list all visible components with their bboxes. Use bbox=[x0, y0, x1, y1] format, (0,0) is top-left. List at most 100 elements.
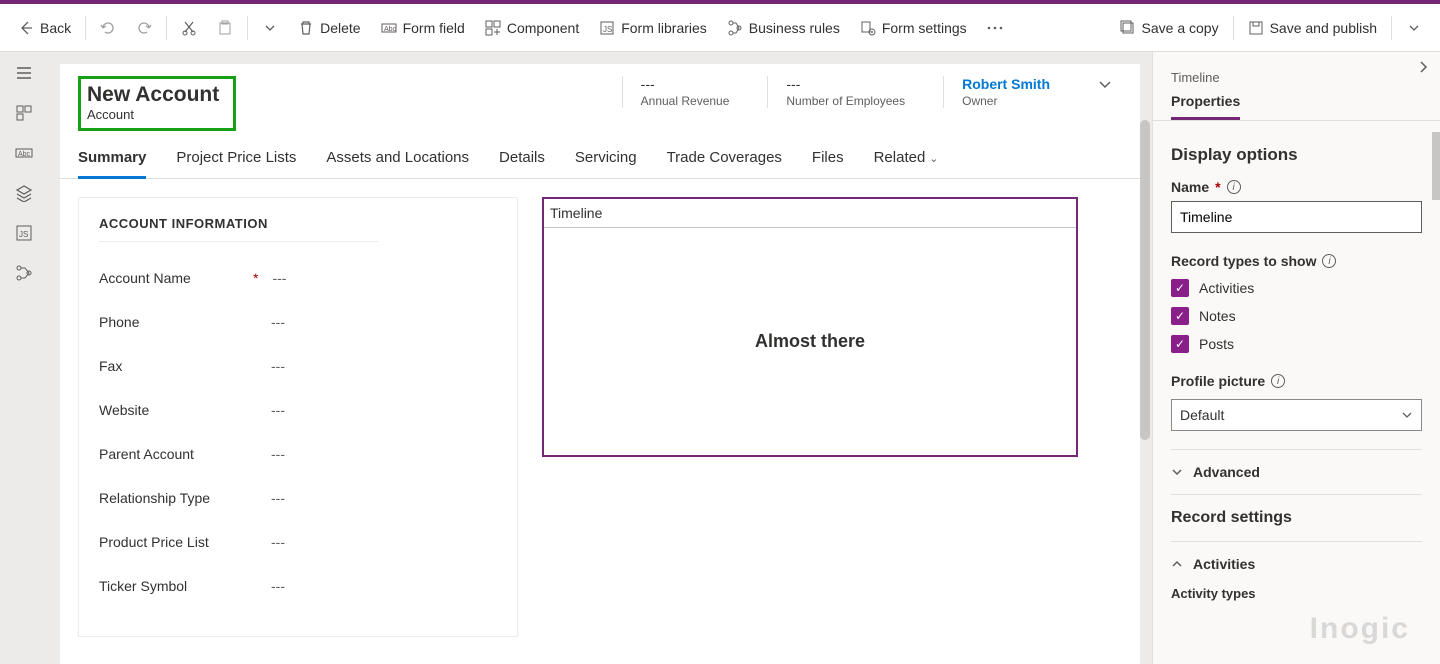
field-label: Ticker Symbol bbox=[99, 578, 249, 594]
tab-details[interactable]: Details bbox=[499, 139, 545, 178]
redo-button[interactable] bbox=[126, 4, 162, 51]
timeline-section[interactable]: Timeline Almost there bbox=[542, 197, 1078, 457]
timeline-title: Timeline bbox=[544, 199, 1076, 228]
business-rules-button[interactable]: Business rules bbox=[717, 4, 850, 51]
checkbox-activities[interactable]: ✓Activities bbox=[1171, 279, 1422, 297]
advanced-section[interactable]: Advanced bbox=[1171, 449, 1422, 494]
watermark: Inogic bbox=[1310, 612, 1410, 646]
field-row[interactable]: Fax--- bbox=[99, 358, 497, 374]
save-publish-button[interactable]: Save and publish bbox=[1238, 4, 1387, 51]
overflow-button[interactable] bbox=[977, 4, 1013, 51]
component-icon bbox=[485, 20, 501, 36]
form-libraries-button[interactable]: JS Form libraries bbox=[589, 4, 717, 51]
field-row[interactable]: Account Name*--- bbox=[99, 270, 497, 286]
layers-icon[interactable] bbox=[15, 184, 33, 202]
back-button[interactable]: Back bbox=[8, 4, 81, 51]
field-value: --- bbox=[271, 490, 285, 506]
activity-types-label: Activity types bbox=[1171, 586, 1422, 611]
field-row[interactable]: Website--- bbox=[99, 402, 497, 418]
form-settings-button[interactable]: Form settings bbox=[850, 4, 977, 51]
chevron-up-icon bbox=[1171, 558, 1183, 570]
tab-files[interactable]: Files bbox=[812, 139, 844, 178]
tab-servicing[interactable]: Servicing bbox=[575, 139, 637, 178]
form-settings-icon bbox=[860, 20, 876, 36]
tree-icon[interactable] bbox=[15, 264, 33, 282]
form-field-icon: Abc bbox=[381, 20, 397, 36]
header-field-revenue[interactable]: --- Annual Revenue bbox=[622, 76, 748, 108]
save-publish-icon bbox=[1248, 20, 1264, 36]
info-icon[interactable]: i bbox=[1322, 254, 1336, 268]
display-options-heading: Display options bbox=[1171, 145, 1422, 165]
field-row[interactable]: Phone--- bbox=[99, 314, 497, 330]
panel-scrollbar[interactable] bbox=[1432, 132, 1440, 200]
delete-label: Delete bbox=[320, 20, 360, 36]
advanced-label: Advanced bbox=[1193, 464, 1260, 480]
checkbox-icon: ✓ bbox=[1171, 335, 1189, 353]
undo-button[interactable] bbox=[90, 4, 126, 51]
tab-summary[interactable]: Summary bbox=[78, 139, 146, 178]
form-title: New Account bbox=[87, 83, 219, 107]
field-row[interactable]: Parent Account--- bbox=[99, 446, 497, 462]
field-value: --- bbox=[272, 270, 286, 286]
js-icon[interactable]: JS bbox=[15, 224, 33, 242]
checkbox-posts[interactable]: ✓Posts bbox=[1171, 335, 1422, 353]
name-label: Name * i bbox=[1171, 179, 1422, 195]
checkbox-icon: ✓ bbox=[1171, 307, 1189, 325]
field-row[interactable]: Relationship Type--- bbox=[99, 490, 497, 506]
svg-text:Abc: Abc bbox=[384, 26, 397, 33]
header-field-owner[interactable]: Robert Smith Owner bbox=[943, 76, 1068, 108]
checkbox-notes[interactable]: ✓ Notes bbox=[1171, 307, 1422, 325]
field-label: Account Name bbox=[99, 270, 249, 286]
checkbox-label: Notes bbox=[1199, 308, 1236, 324]
hamburger-icon[interactable] bbox=[15, 64, 33, 82]
panel-tab-properties[interactable]: Properties bbox=[1171, 93, 1240, 120]
checkbox-label: Activities bbox=[1199, 280, 1254, 296]
panel-breadcrumb: Timeline bbox=[1153, 52, 1440, 93]
info-icon[interactable]: i bbox=[1271, 374, 1285, 388]
field-icon[interactable]: Abc bbox=[15, 144, 33, 162]
field-label: Product Price List bbox=[99, 534, 249, 550]
activities-section[interactable]: Activities bbox=[1171, 541, 1422, 586]
cut-icon bbox=[181, 20, 197, 36]
tab-project-price-lists[interactable]: Project Price Lists bbox=[176, 139, 296, 178]
more-icon bbox=[987, 20, 1003, 36]
field-value: --- bbox=[271, 446, 285, 462]
save-copy-button[interactable]: Save a copy bbox=[1110, 4, 1229, 51]
cut-button[interactable] bbox=[171, 4, 207, 51]
canvas-scrollbar[interactable] bbox=[1140, 120, 1150, 440]
header-field-label: Number of Employees bbox=[786, 94, 905, 108]
paste-button[interactable] bbox=[207, 4, 243, 51]
save-copy-label: Save a copy bbox=[1142, 20, 1219, 36]
name-input[interactable] bbox=[1171, 201, 1422, 233]
panel-collapse-button[interactable] bbox=[1416, 60, 1430, 74]
component-button[interactable]: Component bbox=[475, 4, 589, 51]
info-icon[interactable]: i bbox=[1227, 180, 1241, 194]
form-libraries-label: Form libraries bbox=[621, 20, 707, 36]
header-owner-value: Robert Smith bbox=[962, 76, 1050, 92]
header-field-employees[interactable]: --- Number of Employees bbox=[767, 76, 923, 108]
toolbar-dropdown[interactable] bbox=[252, 4, 288, 51]
save-publish-dropdown[interactable] bbox=[1396, 4, 1432, 51]
tab-assets-locations[interactable]: Assets and Locations bbox=[326, 139, 469, 178]
chevron-down-icon bbox=[1406, 20, 1422, 36]
field-row[interactable]: Product Price List--- bbox=[99, 534, 497, 550]
separator bbox=[247, 16, 248, 40]
separator bbox=[166, 16, 167, 40]
form-field-button[interactable]: Abc Form field bbox=[371, 4, 475, 51]
delete-button[interactable]: Delete bbox=[288, 4, 370, 51]
form-field-label: Form field bbox=[403, 20, 465, 36]
field-row[interactable]: Ticker Symbol--- bbox=[99, 578, 497, 594]
profile-picture-select[interactable]: Default bbox=[1171, 399, 1422, 431]
tab-trade-coverages[interactable]: Trade Coverages bbox=[667, 139, 782, 178]
form-body: ACCOUNT INFORMATION Account Name*--- Phon… bbox=[60, 179, 1140, 637]
components-icon[interactable] bbox=[15, 104, 33, 122]
section-title: ACCOUNT INFORMATION bbox=[99, 216, 378, 242]
properties-panel: Timeline Properties Display options Name… bbox=[1152, 52, 1440, 664]
svg-text:JS: JS bbox=[603, 25, 612, 34]
header-expand-button[interactable] bbox=[1088, 76, 1122, 94]
form-title-box[interactable]: New Account Account bbox=[78, 76, 236, 131]
save-publish-label: Save and publish bbox=[1270, 20, 1377, 36]
tab-related[interactable]: Related⌄ bbox=[874, 139, 939, 178]
account-info-section[interactable]: ACCOUNT INFORMATION Account Name*--- Phon… bbox=[78, 197, 518, 637]
record-settings-text: Record settings bbox=[1171, 509, 1292, 527]
